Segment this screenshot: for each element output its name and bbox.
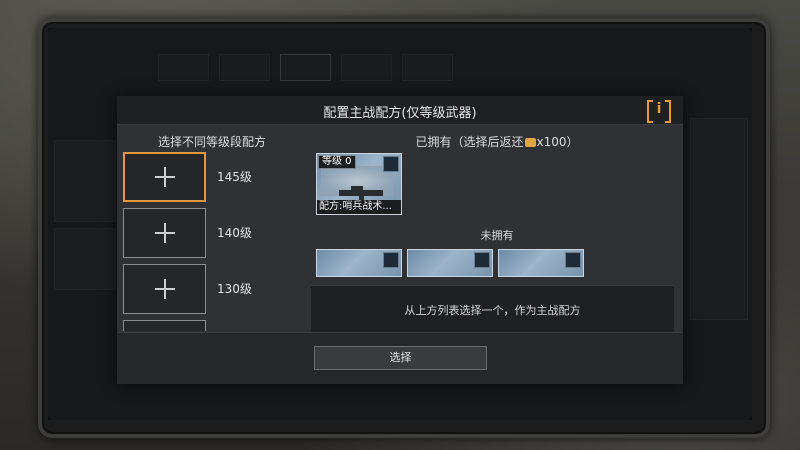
tier-slot-145[interactable]: [123, 152, 206, 202]
dialog-footer: 选择: [117, 332, 683, 384]
tier-row-145: 145级: [123, 152, 303, 202]
unowned-recipe-card[interactable]: [498, 249, 584, 277]
card-corner-badge: [383, 156, 399, 172]
dialog-header: 配置主战配方(仅等级武器) i: [117, 96, 683, 125]
tier-row-130: 130级: [123, 264, 303, 314]
hint-text: 从上方列表选择一个，作为主战配方: [404, 304, 581, 317]
level-badge: 等级 0: [318, 155, 356, 169]
unowned-recipe-card[interactable]: [316, 249, 402, 277]
card-corner-badge: [565, 252, 581, 268]
tier-slot-130[interactable]: [123, 264, 206, 314]
coin-icon: [524, 138, 536, 147]
unowned-recipe-card[interactable]: [407, 249, 493, 277]
owned-title-suffix: x100）: [536, 135, 579, 149]
recipe-config-dialog: 配置主战配方(仅等级武器) i 选择不同等级段配方 145级 140级 130级: [117, 96, 683, 384]
tier-row-partial: [123, 320, 303, 331]
card-corner-badge: [474, 252, 490, 268]
tier-row-140: 140级: [123, 208, 303, 258]
tier-label: 130级: [217, 282, 252, 296]
dialog-title: 配置主战配方(仅等级武器): [323, 106, 477, 121]
owned-title: 已拥有（选择后返还 x100）: [311, 133, 683, 150]
tier-list-title: 选择不同等级段配方: [157, 135, 266, 149]
unowned-title: 未拥有: [480, 229, 514, 242]
hint-tooltip: 从上方列表选择一个，作为主战配方: [311, 285, 674, 332]
plus-icon: [164, 167, 166, 187]
tier-slot-140[interactable]: [123, 208, 206, 258]
info-icon[interactable]: i: [647, 100, 671, 123]
select-button[interactable]: 选择: [314, 346, 487, 370]
card-corner-badge: [383, 252, 399, 268]
tier-list-panel: 选择不同等级段配方 145级 140级 130级: [117, 125, 307, 331]
plus-icon: [164, 279, 166, 299]
plus-icon: [164, 223, 166, 243]
owned-recipe-card[interactable]: ★★★★★ 等级 0 配方:哨兵战术...: [316, 153, 402, 215]
tier-slot-partial[interactable]: [123, 320, 206, 331]
tier-label: 140级: [217, 226, 252, 240]
recipe-name: 配方:哨兵战术...: [317, 200, 401, 214]
tier-label: 145级: [217, 170, 252, 184]
owned-title-prefix: 已拥有（选择后返还: [415, 135, 524, 149]
